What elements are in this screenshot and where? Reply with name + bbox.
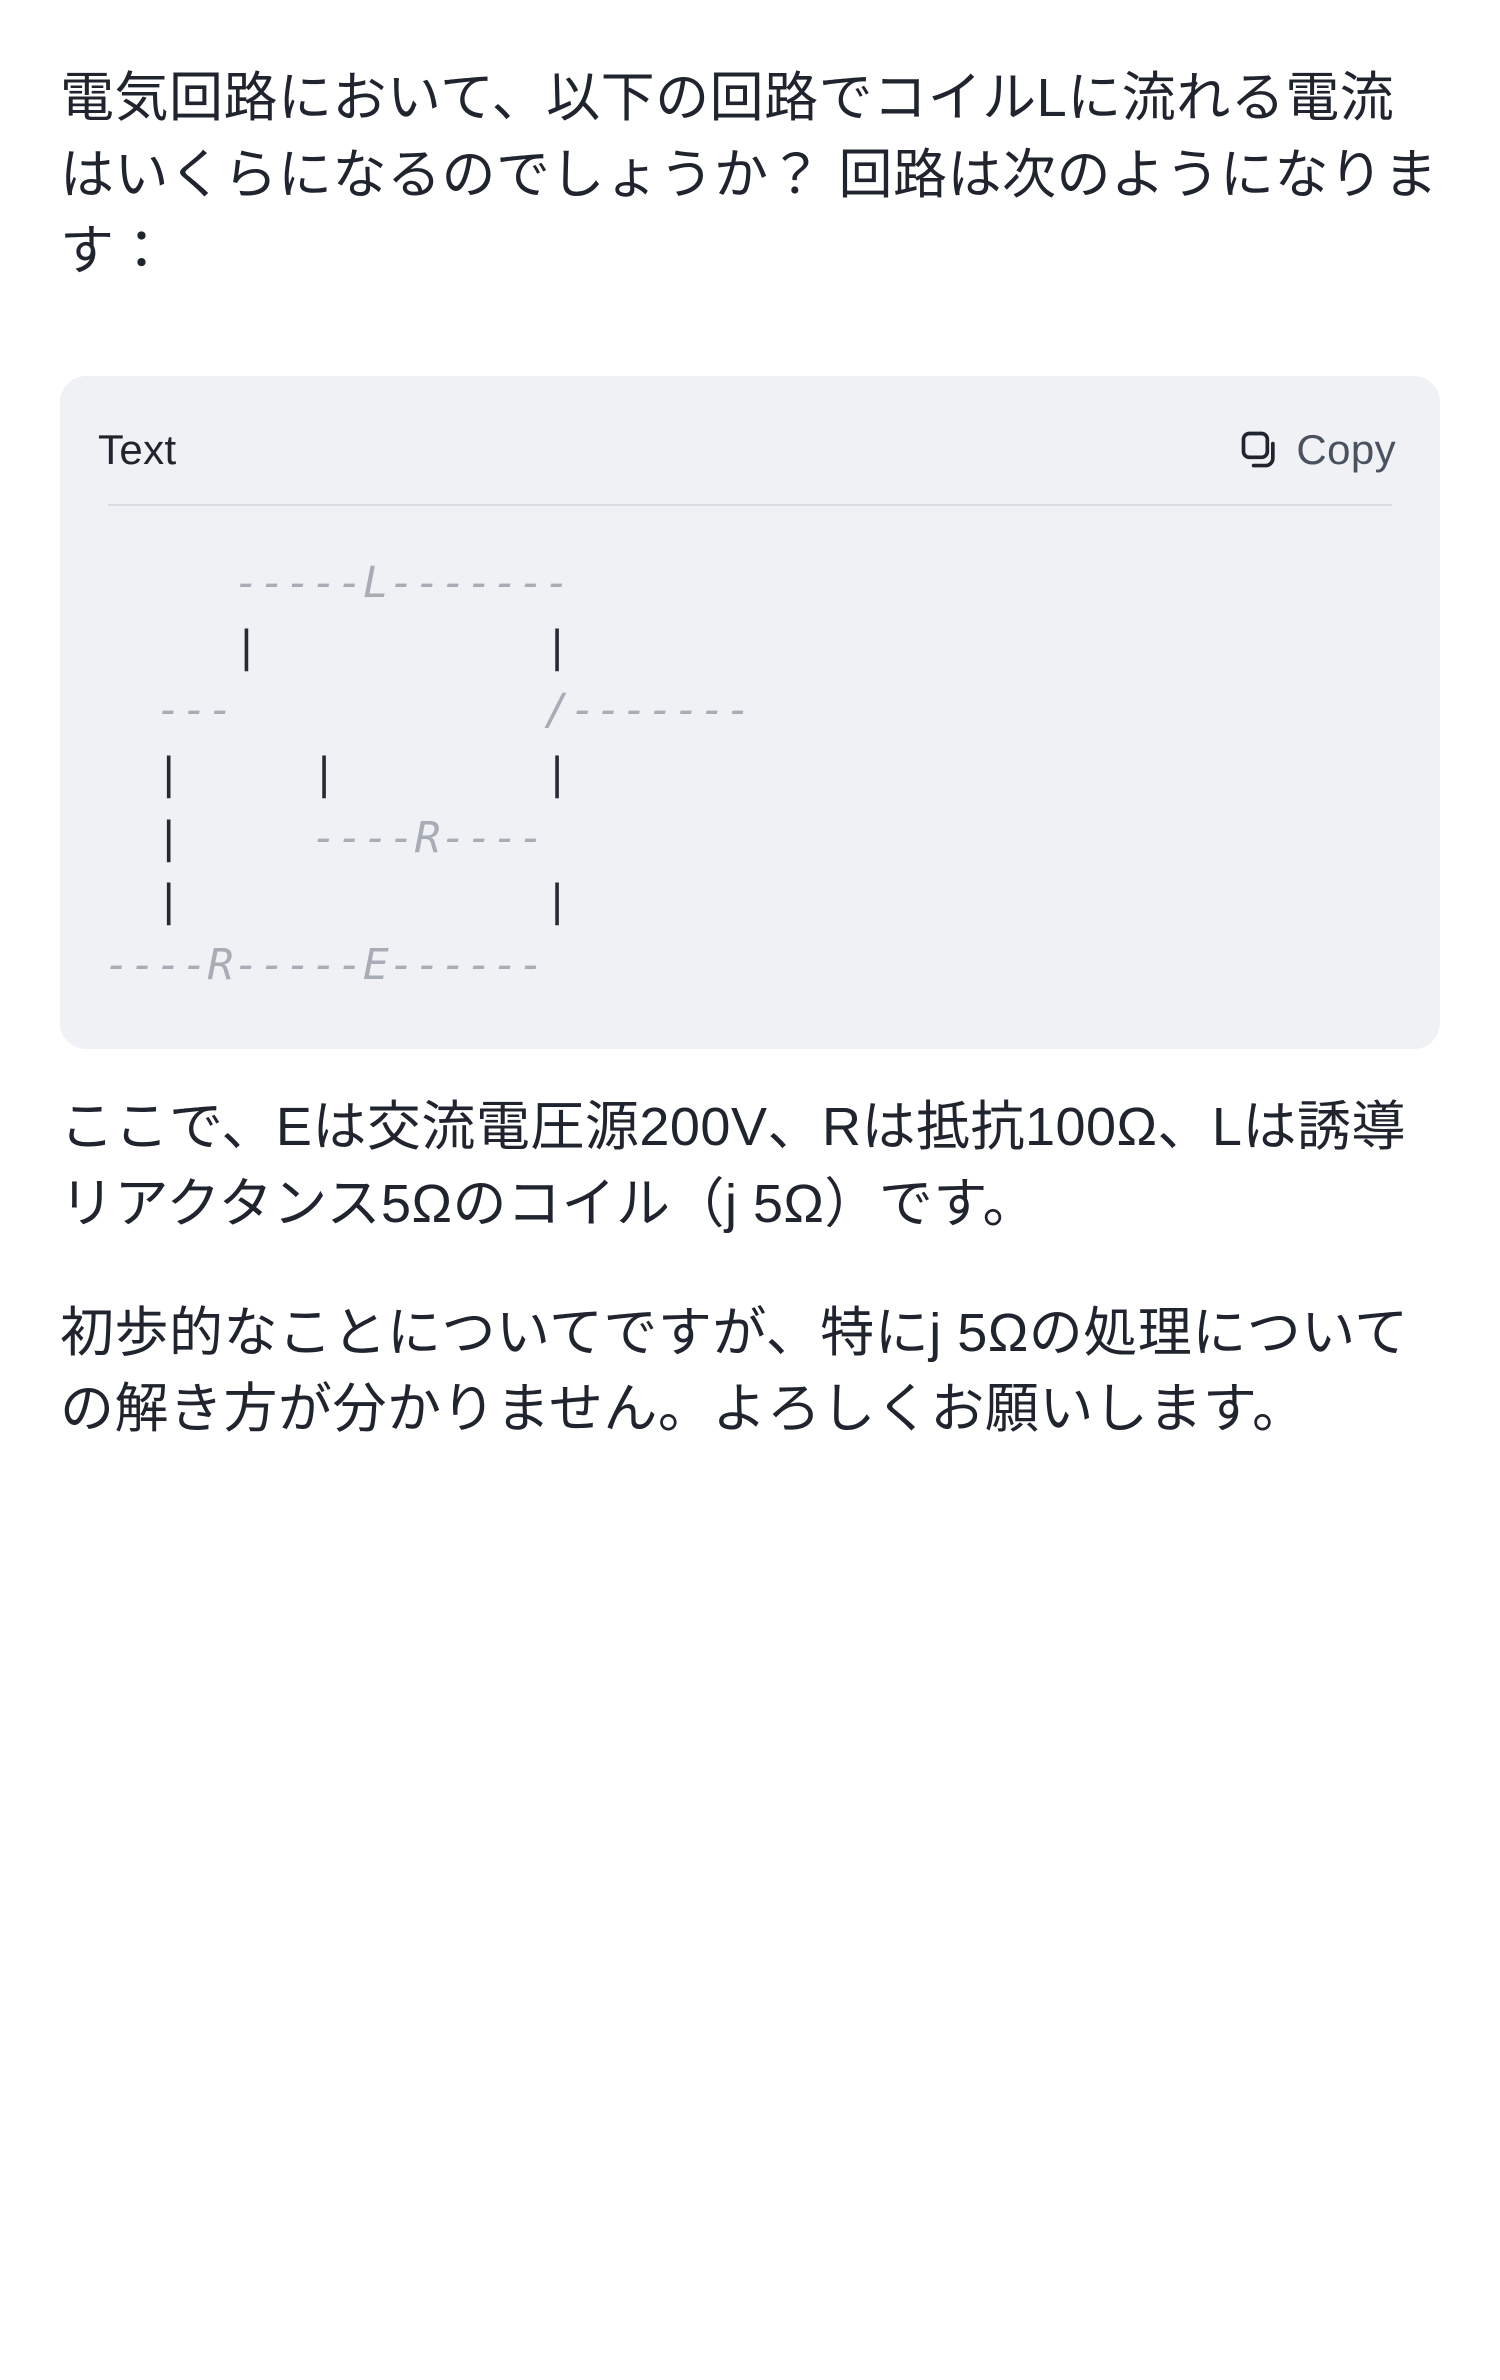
closing-request-paragraph: 初歩的なことについてですが、特にj 5Ωの処理についての解き方が分かりません。よ…: [60, 1302, 1409, 1440]
code-block-type-label: Text: [98, 426, 177, 474]
code-block-header: Text Copy: [98, 376, 1402, 504]
copy-button[interactable]: Copy: [1232, 422, 1402, 478]
question-intro-paragraph: 電気回路において、以下の回路でコイルLに流れる電流はいくらになるのでしょうか？ …: [60, 68, 1439, 282]
component-legend-paragraph: ここで、Eは交流電圧源200V、Rは抵抗100Ω、Lは誘導リアクタンス5Ωのコイ…: [60, 1097, 1406, 1235]
ascii-circuit-diagram: -----L------- | | --- /------- | | | | -…: [104, 558, 752, 990]
bottom-spacer: [60, 1448, 1440, 1488]
page-root: 電気回路において、以下の回路でコイルLに流れる電流はいくらになるのでしょうか？ …: [0, 0, 1500, 2380]
copy-button-label: Copy: [1296, 426, 1396, 474]
copy-icon: [1238, 428, 1282, 472]
code-block-card: Text Copy -----L------- | | --- /-------…: [60, 376, 1440, 1050]
code-block-divider: [108, 504, 1392, 507]
